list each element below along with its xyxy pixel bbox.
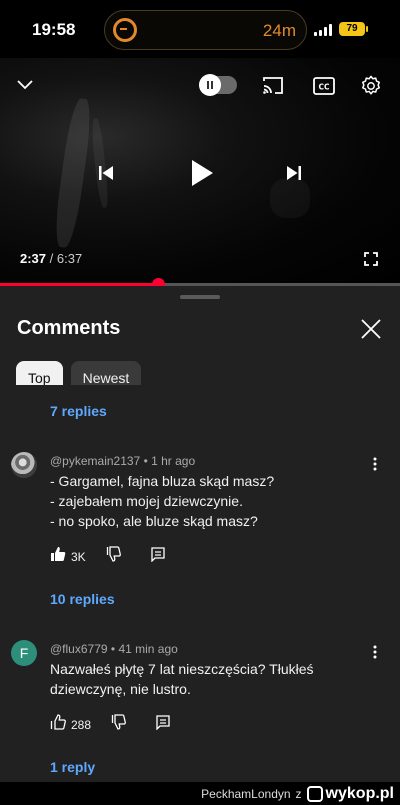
settings-gear-icon[interactable] [359,74,383,98]
dislike-icon[interactable] [111,714,127,735]
wykop-logo-icon [306,786,323,802]
svg-text:CC: CC [318,83,330,92]
battery-level: 79 [346,23,358,34]
minimize-chevron-icon[interactable] [14,74,36,96]
autoplay-toggle[interactable] [199,74,237,96]
wykop-logo: wykop.pl [306,785,394,803]
comment-time: 41 min ago [118,642,178,656]
avatar[interactable]: F [11,640,37,666]
tabs-overlap-edge [0,385,400,399]
previous-icon[interactable] [96,163,116,183]
watermark: PeckhamLondyn z wykop.pl [201,785,394,803]
timer-ring-icon [113,18,137,42]
dislike-icon[interactable] [106,546,122,567]
comment-text: - Gargamel, fajna bluza skąd masz? - zaj… [50,473,275,529]
panel-title: Comments [17,317,121,339]
watermark-user: PeckhamLondyn [201,787,291,801]
reply-icon[interactable] [155,714,171,735]
reply-icon[interactable] [150,546,166,567]
like-icon[interactable] [50,546,66,567]
signal-icon [314,24,332,36]
battery-icon: 79 [339,22,368,36]
comment-meta: @flux6779 • 41 min ago [50,642,178,656]
view-replies-link[interactable]: 1 reply [50,759,95,775]
live-activity-island[interactable]: 24m [104,10,307,50]
video-player[interactable]: CC 2:37 / 6:37 [0,58,400,284]
comments-panel: Comments Top Newest 7 replies @pykemain2… [0,286,400,805]
current-time: 2:37 [20,251,47,266]
status-bar: 19:58 24m 79 [0,0,400,58]
like-count: 288 [71,717,92,732]
fullscreen-icon[interactable] [362,250,380,268]
time-separator: / [46,251,57,266]
next-icon[interactable] [284,163,304,183]
video-frame-detail [270,178,310,218]
duration: 6:37 [56,251,83,266]
drag-handle[interactable] [180,295,220,299]
play-icon[interactable] [188,157,216,189]
activity-eta: 24m [262,21,296,40]
comment-author[interactable]: @flux6779 [50,642,108,656]
clock: 19:58 [32,20,76,39]
view-replies-link[interactable]: 7 replies [50,403,107,419]
watermark-bar: PeckhamLondyn z wykop.pl [0,782,400,805]
time-readout: 2:37 / 6:37 [20,251,82,266]
like-outline-icon[interactable] [50,714,66,735]
comment-time: 1 hr ago [151,454,196,468]
watermark-site: wykop.pl [325,785,394,802]
comment-meta: @pykemain2137 • 1 hr ago [50,454,196,468]
like-count: 3K [71,549,86,564]
comment-author[interactable]: @pykemain2137 [50,454,140,468]
more-options-icon[interactable] [368,644,382,660]
cast-icon[interactable] [261,74,285,98]
view-replies-link[interactable]: 10 replies [50,591,115,607]
comment-actions: 288 [50,714,171,735]
avatar[interactable] [11,452,37,478]
watermark-via: z [295,787,302,801]
close-icon[interactable] [360,318,382,340]
comment-text: Nazwałeś płytę 7 lat nieszczęścia? Tłukł… [50,661,318,697]
pause-icon [199,74,221,96]
comment-actions: 3K [50,546,166,567]
captions-icon[interactable]: CC [312,75,336,97]
more-options-icon[interactable] [368,456,382,472]
video-frame-detail [51,97,95,249]
